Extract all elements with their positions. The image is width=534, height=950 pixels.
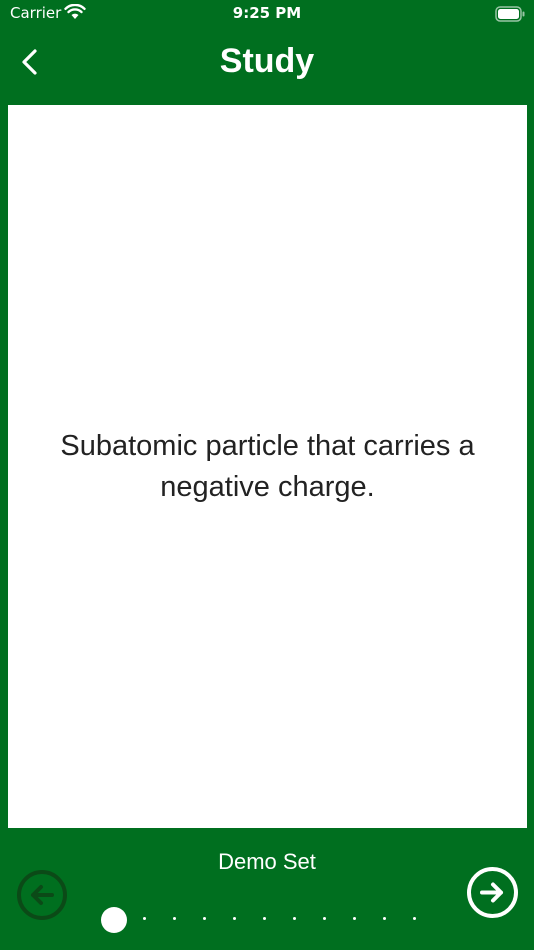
page-dot: [382, 917, 386, 920]
page-dot: [352, 917, 356, 920]
page-dot: [172, 917, 176, 920]
arrow-right-circle-icon: [467, 867, 518, 918]
page-dot: [142, 917, 146, 920]
battery-icon: [495, 6, 525, 22]
page-dot: [262, 917, 266, 920]
flashcard-text: Subatomic particle that carries a negati…: [60, 429, 475, 503]
navigation-bar: Study: [0, 28, 534, 98]
page-dot: [202, 917, 206, 920]
page-title: Study: [219, 42, 315, 80]
page-dot: [412, 917, 416, 920]
set-name: Demo Set: [218, 849, 316, 874]
arrow-left-circle-icon: [17, 870, 67, 920]
status-time: 9:25 PM: [232, 4, 302, 22]
page-dot: [232, 917, 236, 920]
page-indicator[interactable]: [100, 905, 440, 933]
next-card-button[interactable]: [466, 866, 519, 919]
previous-card-button[interactable]: [16, 869, 68, 921]
page-dot-active: [101, 907, 127, 933]
page-dot: [322, 917, 326, 920]
page-dot: [292, 917, 296, 920]
flashcard[interactable]: Subatomic particle that carries a negati…: [8, 105, 527, 828]
status-bar: Carrier 9:25 PM: [0, 0, 534, 28]
